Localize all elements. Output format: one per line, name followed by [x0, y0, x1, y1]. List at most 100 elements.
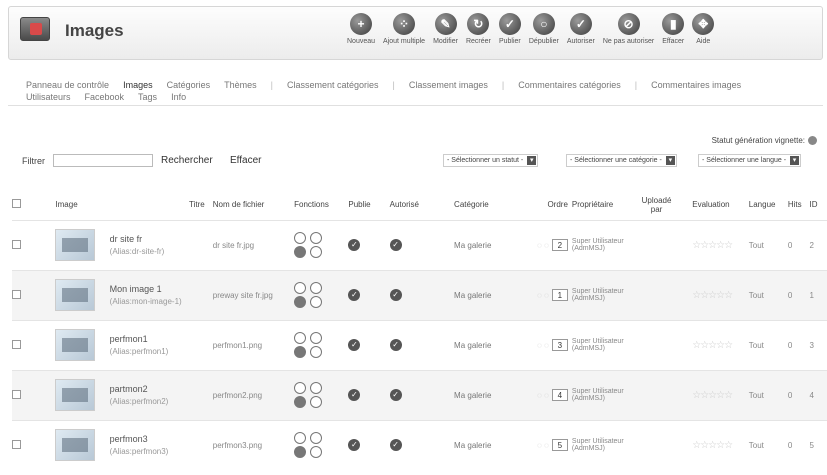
col-order[interactable]: Ordre — [524, 190, 572, 220]
nav-item[interactable]: Utilisateurs — [26, 92, 71, 102]
delete-icon[interactable] — [294, 446, 307, 459]
col-filename[interactable]: Nom de fichier — [213, 190, 294, 220]
rotate-icon[interactable] — [310, 282, 323, 294]
nav-item[interactable]: Thèmes — [224, 80, 257, 90]
delete-icon[interactable] — [294, 396, 307, 408]
order-input[interactable]: 1 — [551, 289, 568, 301]
col-category[interactable]: Catégorie — [446, 190, 524, 220]
col-authorized[interactable]: Autorisé — [390, 190, 446, 220]
published-check-icon[interactable]: ✓ — [348, 289, 361, 301]
refresh-icon[interactable] — [294, 282, 307, 294]
reject-button[interactable]: ⊘ Ne pas autoriser — [599, 11, 658, 59]
row-checkbox[interactable] — [12, 439, 21, 449]
rotate-icon[interactable] — [310, 382, 323, 394]
order-input[interactable]: 2 — [551, 239, 568, 251]
category: Ma galerie — [446, 269, 525, 320]
nav-item[interactable]: Facebook — [85, 92, 125, 102]
authorized-check-icon[interactable]: ✓ — [389, 339, 402, 351]
order-arrows-icon[interactable]: ◌ ◌ — [537, 241, 549, 250]
order-input[interactable]: 5 — [551, 439, 568, 452]
authorized-check-icon[interactable]: ✓ — [389, 439, 402, 452]
order-arrows-icon[interactable]: ◌ ◌ — [537, 391, 549, 400]
image-thumbnail[interactable] — [55, 379, 96, 411]
refresh-icon[interactable] — [294, 382, 307, 394]
col-language[interactable]: Langue — [749, 190, 788, 220]
help-button[interactable]: ✥ Aide — [688, 11, 718, 59]
image-thumbnail[interactable] — [55, 279, 96, 311]
search-input[interactable] — [53, 154, 153, 167]
recreate-button[interactable]: ↻ Recréer — [462, 11, 495, 59]
delete-icon[interactable] — [294, 296, 307, 308]
image-title-link[interactable]: perfmon1 — [110, 334, 213, 344]
col-id[interactable]: ID — [810, 190, 827, 220]
block-icon[interactable] — [310, 246, 323, 258]
order-input[interactable]: 3 — [551, 339, 568, 351]
block-icon[interactable] — [310, 346, 323, 358]
col-uploaded-by[interactable]: Uploadé par — [635, 190, 678, 220]
unpublish-button[interactable]: ○ Dépublier — [525, 11, 563, 59]
image-title-link[interactable]: partmon2 — [110, 384, 213, 394]
refresh-icon[interactable] — [294, 232, 307, 244]
col-title[interactable]: Titre — [110, 190, 213, 220]
block-icon[interactable] — [310, 296, 323, 308]
toolbar: + Nouveau ⁘ Ajout multiple ✎ Modifier ↻ Rec… — [343, 11, 718, 59]
row-checkbox[interactable] — [12, 389, 21, 399]
delete-icon[interactable] — [294, 346, 307, 358]
block-icon[interactable] — [310, 446, 323, 459]
nav-item[interactable]: Panneau de contrôle — [26, 80, 109, 90]
status-select[interactable]: - Sélectionner un statut - — [443, 154, 539, 167]
publish-button[interactable]: ✓ Publier — [495, 11, 525, 59]
row-checkbox[interactable] — [12, 289, 21, 299]
search-button[interactable]: Rechercher — [161, 155, 213, 166]
nav-item[interactable]: Commentaires images — [651, 80, 741, 90]
trash-button[interactable]: ▮ Effacer — [658, 11, 688, 59]
delete-icon[interactable] — [294, 246, 307, 258]
published-check-icon[interactable]: ✓ — [348, 389, 361, 401]
nav-item[interactable]: Catégories — [167, 80, 211, 90]
clear-button[interactable]: Effacer — [230, 155, 262, 166]
functions — [294, 382, 348, 408]
nav-item[interactable]: Classement images — [409, 80, 488, 90]
image-title-link[interactable]: Mon image 1 — [110, 284, 213, 294]
image-thumbnail[interactable] — [55, 329, 96, 361]
refresh-icon[interactable] — [808, 136, 817, 145]
col-rating[interactable]: Evaluation — [678, 190, 749, 220]
multi-add-button[interactable]: ⁘ Ajout multiple — [379, 11, 429, 59]
authorized-check-icon[interactable]: ✓ — [389, 289, 402, 301]
order-input[interactable]: 4 — [551, 389, 568, 401]
refresh-icon[interactable] — [294, 332, 307, 344]
col-hits[interactable]: Hits — [788, 190, 810, 220]
image-title-link[interactable]: dr site fr — [110, 234, 213, 244]
order-arrows-icon[interactable]: ◌ ◌ — [537, 291, 549, 300]
row-checkbox[interactable] — [12, 239, 21, 249]
published-check-icon[interactable]: ✓ — [348, 439, 361, 452]
rotate-icon[interactable] — [310, 432, 323, 445]
published-check-icon[interactable]: ✓ — [348, 239, 361, 251]
approve-button[interactable]: ✓ Autoriser — [563, 11, 599, 59]
published-check-icon[interactable]: ✓ — [348, 339, 361, 351]
order-arrows-icon[interactable]: ◌ ◌ — [537, 441, 549, 450]
image-thumbnail[interactable] — [55, 429, 96, 462]
authorized-check-icon[interactable]: ✓ — [389, 389, 402, 401]
col-owner[interactable]: Propriétaire — [572, 190, 635, 220]
rotate-icon[interactable] — [310, 232, 323, 244]
select-all-checkbox[interactable] — [12, 199, 21, 209]
image-thumbnail[interactable] — [55, 229, 96, 261]
authorized-check-icon[interactable]: ✓ — [389, 239, 402, 251]
block-icon[interactable] — [310, 396, 323, 408]
language-select[interactable]: - Sélectionner une langue - — [698, 154, 802, 167]
plus-button[interactable]: + Nouveau — [343, 11, 379, 59]
nav-item[interactable]: Tags — [138, 92, 157, 102]
rotate-icon[interactable] — [310, 332, 323, 344]
nav-item[interactable]: Images — [123, 80, 153, 90]
category-select[interactable]: - Sélectionner une catégorie - — [566, 154, 677, 167]
nav-item[interactable]: Commentaires catégories — [518, 80, 621, 90]
image-title-link[interactable]: perfmon3 — [110, 434, 213, 444]
edit-button[interactable]: ✎ Modifier — [429, 11, 462, 59]
order-arrows-icon[interactable]: ◌ ◌ — [537, 341, 549, 350]
nav-item[interactable]: Info — [171, 92, 186, 102]
nav-item[interactable]: Classement catégories — [287, 80, 379, 90]
row-checkbox[interactable] — [12, 339, 21, 349]
col-published[interactable]: Publie — [348, 190, 389, 220]
refresh-icon[interactable] — [294, 432, 307, 445]
